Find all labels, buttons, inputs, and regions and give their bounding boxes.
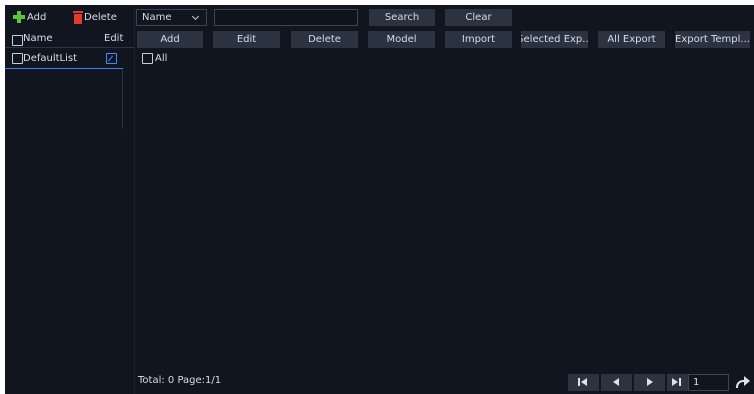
- list-panel: Add Delete Name Edit DefaultList: [5, 5, 135, 394]
- add-list-label: Add: [27, 11, 47, 23]
- delete-list-label: Delete: [84, 11, 117, 23]
- delete-button[interactable]: Delete: [291, 31, 358, 48]
- search-input[interactable]: [214, 9, 358, 26]
- search-button[interactable]: Search: [369, 9, 435, 26]
- page-number-value: 1: [693, 377, 700, 388]
- trash-icon: [73, 10, 83, 24]
- search-field-select[interactable]: Name: [136, 9, 207, 26]
- model-button[interactable]: Model: [368, 31, 435, 48]
- add-list-button[interactable]: Add: [12, 9, 46, 25]
- page-number-input[interactable]: 1: [688, 374, 729, 391]
- list-scrollbar[interactable]: [122, 69, 123, 129]
- select-all-lists-checkbox[interactable]: [12, 35, 23, 46]
- go-arrow-icon[interactable]: [732, 374, 752, 391]
- chevron-down-icon: [191, 12, 200, 21]
- edit-icon[interactable]: [106, 53, 117, 64]
- prev-page-icon: [613, 378, 619, 386]
- select-all-label: All: [155, 53, 168, 64]
- prev-page-button[interactable]: [601, 374, 632, 391]
- all-export-button[interactable]: All Export: [598, 31, 665, 48]
- selected-export-button[interactable]: Selected Exp...: [521, 31, 588, 48]
- next-page-icon: [647, 378, 653, 386]
- list-item[interactable]: DefaultList: [5, 50, 123, 69]
- list-toolbar: Add Delete: [5, 5, 134, 27]
- add-button[interactable]: Add: [137, 31, 203, 48]
- list-item-checkbox[interactable]: [12, 53, 23, 64]
- import-button[interactable]: Import: [445, 31, 512, 48]
- first-page-button[interactable]: [568, 374, 599, 391]
- name-column-header: Name: [23, 33, 53, 44]
- list-item-name: DefaultList: [23, 53, 78, 64]
- total-page-status: Total: 0 Page:1/1: [138, 375, 222, 386]
- delete-list-button[interactable]: Delete: [73, 9, 117, 25]
- last-page-button[interactable]: [667, 374, 688, 391]
- edit-column-header: Edit: [104, 33, 124, 44]
- select-all-checkbox[interactable]: [142, 53, 153, 64]
- face-library-window: Add Delete Name Edit DefaultList Name Se…: [5, 5, 754, 394]
- next-page-button[interactable]: [634, 374, 665, 391]
- search-field-value: Name: [142, 12, 172, 23]
- clear-button[interactable]: Clear: [445, 9, 512, 26]
- plus-icon: [12, 10, 26, 24]
- edit-button[interactable]: Edit: [213, 31, 280, 48]
- export-template-button[interactable]: Export Templ...: [675, 31, 750, 48]
